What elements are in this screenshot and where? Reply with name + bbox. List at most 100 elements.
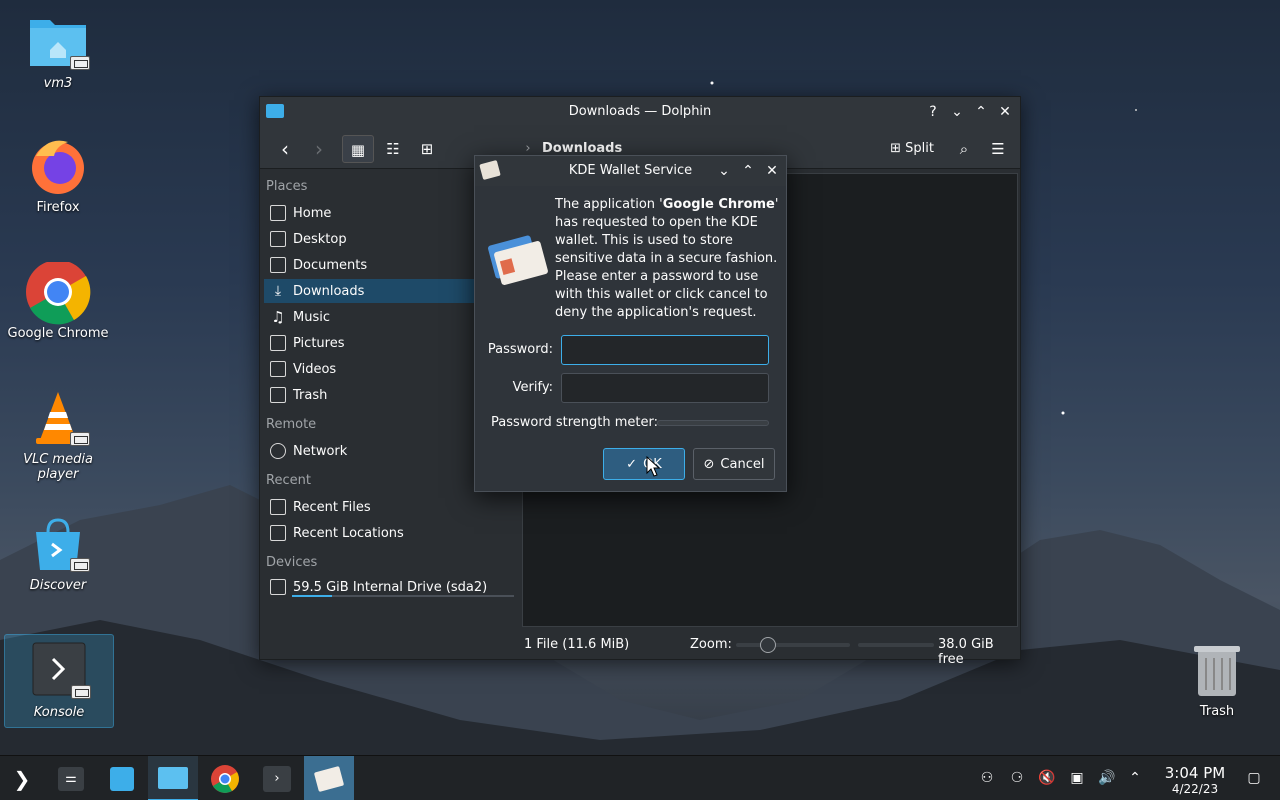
- taskbar-konsole[interactable]: ›: [252, 756, 302, 800]
- status-bar: 1 File (11.6 MiB) Zoom: 38.0 GiB free: [522, 633, 1022, 667]
- clock[interactable]: 3:04 PM 4/22/23: [1160, 764, 1230, 796]
- audio-muted-icon[interactable]: 🔇: [1037, 768, 1057, 788]
- split-icon: ⊞: [890, 141, 906, 156]
- pictures-icon: [270, 335, 286, 351]
- wallet-icon: [313, 765, 345, 792]
- details-view-button[interactable]: ⊞: [414, 135, 440, 163]
- link-badge-icon: [71, 685, 91, 699]
- network-icon: [270, 443, 286, 459]
- desktop-icon-vlc[interactable]: VLC media player: [3, 388, 113, 482]
- trash-icon: [270, 387, 286, 403]
- icons-view-button[interactable]: ▦: [342, 135, 374, 163]
- minimize-button[interactable]: ⌄: [948, 103, 966, 121]
- desktop-icon-label: Firefox: [36, 200, 80, 215]
- taskbar-discover[interactable]: [97, 756, 147, 800]
- dolphin-titlebar[interactable]: Downloads — Dolphin ? ⌄ ⌃ ✕: [260, 97, 1020, 127]
- application-name: Google Chrome: [662, 197, 775, 212]
- network-wired-icon[interactable]: ▣: [1067, 768, 1087, 788]
- verify-label: Verify:: [512, 380, 553, 395]
- password-label: Password:: [487, 342, 553, 357]
- sidebar-item-recent-files[interactable]: Recent Files: [264, 495, 518, 519]
- sidebar-item-label: Recent Files: [293, 499, 371, 515]
- devices-header: Devices: [266, 555, 318, 570]
- sidebar-item-label: Documents: [293, 257, 368, 273]
- folder-home-icon: [28, 12, 90, 72]
- mouse-cursor-icon: [646, 456, 661, 477]
- documents-icon: [270, 257, 286, 273]
- search-button[interactable]: ⌕: [952, 135, 976, 163]
- dialog-message: The application 'Google Chrome' has requ…: [555, 197, 779, 320]
- taskbar-kde-wallet[interactable]: [304, 756, 354, 800]
- sidebar-item-label: Desktop: [293, 231, 347, 247]
- desktop-icon-label: Google Chrome: [7, 326, 109, 341]
- verify-field[interactable]: [561, 373, 769, 403]
- sidebar-item-label: Home: [293, 205, 332, 221]
- dialog-titlebar[interactable]: KDE Wallet Service ⌄ ⌃ ✕: [475, 156, 786, 186]
- desktop-icon-label: vm3: [43, 76, 73, 91]
- forward-button[interactable]: ›: [308, 135, 330, 163]
- back-button[interactable]: ‹: [274, 135, 296, 163]
- compact-view-button[interactable]: ☷: [380, 135, 406, 163]
- file-count: 1 File (11.6 MiB): [524, 637, 630, 652]
- help-button[interactable]: ?: [924, 103, 942, 121]
- desktop-icon-firefox[interactable]: Firefox: [3, 136, 113, 215]
- sidebar-item-label: Videos: [293, 361, 337, 377]
- trash-bin-icon: [1187, 640, 1247, 700]
- sidebar-item-label: Network: [293, 443, 348, 459]
- app-launcher-button[interactable]: ❯: [0, 756, 44, 800]
- user-icon[interactable]: ⚇: [977, 768, 997, 788]
- sidebar-item-recent-locations[interactable]: Recent Locations: [264, 521, 518, 545]
- password-field[interactable]: [561, 335, 769, 365]
- split-label: Split: [905, 141, 934, 156]
- close-button[interactable]: ✕: [763, 162, 781, 180]
- clock-date: 4/22/23: [1171, 782, 1219, 796]
- maximize-button[interactable]: ⌃: [972, 103, 990, 121]
- sidebar-item-label: Music: [293, 309, 330, 325]
- window-title: Downloads — Dolphin: [568, 104, 712, 119]
- downloads-icon: ⤓: [274, 283, 282, 299]
- videos-icon: [270, 361, 286, 377]
- hamburger-menu-icon: ☰: [991, 140, 1005, 158]
- taskbar-chrome[interactable]: [200, 756, 250, 800]
- link-badge-icon: [70, 558, 90, 572]
- drive-usage-bar: [292, 595, 514, 597]
- close-button[interactable]: ✕: [996, 103, 1014, 121]
- sidebar-item-label: 59.5 GiB Internal Drive (sda2): [293, 579, 488, 595]
- taskbar: ❯ ⚌ › ⚇ ⚆ 🔇 ▣ 🔊 ⌃ 3:04 PM 4/22/23 ▢: [0, 755, 1280, 800]
- volume-icon[interactable]: 🔊: [1097, 768, 1117, 788]
- taskbar-system-settings[interactable]: ⚌: [46, 756, 96, 800]
- password-strength-label: Password strength meter:: [491, 415, 658, 430]
- desktop-icon-konsole[interactable]: Konsole: [4, 634, 114, 728]
- sidebar-item-label: Recent Locations: [293, 525, 404, 541]
- taskbar-dolphin[interactable]: [148, 756, 198, 800]
- desktop-icon-google-chrome[interactable]: Google Chrome: [3, 260, 113, 341]
- menu-button[interactable]: ☰: [986, 135, 1010, 163]
- recent-locations-icon: [270, 525, 286, 541]
- desktop-icon-vm3[interactable]: vm3: [3, 12, 113, 91]
- places-header: Places: [266, 179, 308, 194]
- ok-button[interactable]: ✓OK: [603, 448, 685, 480]
- split-button[interactable]: ⊞ Split: [884, 135, 940, 163]
- show-hidden-icons-icon[interactable]: ⌃: [1125, 768, 1145, 788]
- show-desktop-icon[interactable]: ▢: [1244, 768, 1264, 788]
- cancel-icon: ⊘: [703, 456, 715, 472]
- desktop-icon: [270, 231, 286, 247]
- password-strength-meter: [657, 420, 769, 426]
- desktop-icon-trash[interactable]: Trash: [1162, 640, 1272, 719]
- home-icon: [270, 205, 286, 221]
- clock-time: 3:04 PM: [1164, 764, 1226, 782]
- desktop-icon-label: Trash: [1199, 704, 1235, 719]
- maximize-button[interactable]: ⌃: [739, 162, 757, 180]
- firefox-icon: [28, 136, 88, 196]
- minimize-button[interactable]: ⌄: [715, 162, 733, 180]
- recent-files-icon: [270, 499, 286, 515]
- cancel-label: Cancel: [720, 456, 765, 472]
- desktop-icon-discover[interactable]: Discover: [3, 514, 113, 593]
- cancel-button[interactable]: ⊘ Cancel: [693, 448, 775, 480]
- recent-header: Recent: [266, 473, 311, 488]
- folder-icon: [158, 766, 188, 789]
- user-switch-icon[interactable]: ⚆: [1007, 768, 1027, 788]
- free-space: 38.0 GiB free: [938, 637, 994, 667]
- zoom-slider-handle[interactable]: [760, 637, 776, 653]
- zoom-slider[interactable]: [736, 637, 850, 653]
